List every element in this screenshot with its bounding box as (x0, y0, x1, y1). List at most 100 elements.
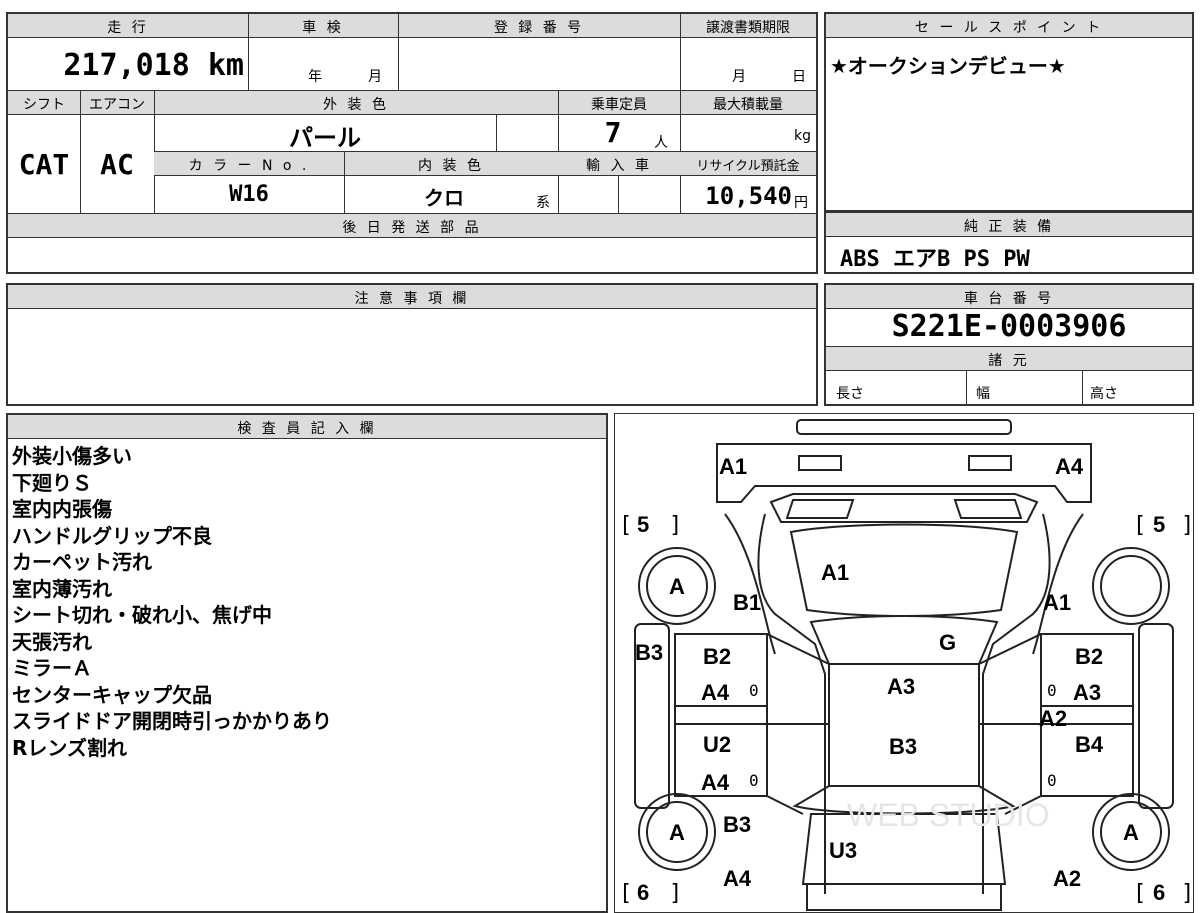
svg-text:]: ] (669, 513, 682, 538)
note-line: 室内内張傷 (12, 497, 112, 521)
label-wheel-rear-right: A (1123, 820, 1139, 845)
label-front-right-bumper: A4 (1055, 454, 1084, 479)
wheel-front-right (1092, 547, 1170, 625)
sales-point-box: セ ー ル ス ポ イ ン ト ★オークションデビュー★ (824, 12, 1194, 212)
color-no-value: W16 (229, 182, 269, 207)
note-line: スライドドア開閉時引っかかりあり (12, 709, 332, 733)
car-diagram: [] [] [] [] 5 5 6 6 WEB STUDIO A1 A4 A A… (619, 419, 1193, 911)
later-parts-label: 後 日 発 送 部 品 (342, 220, 482, 236)
label-front-left-bumper: A1 (719, 454, 747, 479)
svg-text:[: [ (1133, 513, 1146, 538)
recycle-label: リサイクル預託金 (696, 159, 800, 174)
note-line: ハンドルグリップ不良 (12, 523, 212, 548)
transfer-deadline-label: 譲渡書類期限 (706, 20, 790, 36)
exterior-color-value: パール (289, 124, 361, 152)
note-line: シート切れ・破れ小、焦げ中 (12, 603, 272, 627)
body-left (757, 513, 826, 894)
chassis-box: 車 台 番 号 S221E-0003906 諸 元 長さ 幅 高さ (824, 283, 1194, 406)
specs-label: 諸 元 (988, 353, 1030, 369)
label-left-rear-door-2: A4 (701, 770, 730, 795)
label-right-front-door-2: A3 (1073, 680, 1101, 705)
label-right-mid: A2 (1039, 706, 1067, 731)
note-line: 天張汚れ (12, 629, 92, 654)
mileage-value: 217,018 km (63, 48, 244, 83)
interior-color-value: クロ (424, 186, 464, 210)
ac-value: AC (100, 148, 134, 181)
max-load-label: 最大積載量 (713, 97, 783, 113)
headlight-left (798, 455, 842, 471)
label-hood: A1 (821, 560, 849, 585)
chassis-label: 車 台 番 号 (963, 291, 1055, 307)
rear-bumper (806, 883, 1002, 911)
label-roof-front: G (939, 630, 956, 655)
handle-mark: 0 (749, 681, 759, 700)
handle-mark: 0 (749, 771, 759, 790)
caution-label: 注 意 事 項 欄 (354, 291, 470, 307)
handle-mark: 0 (1047, 681, 1057, 700)
note-line: ミラーＡ (12, 656, 92, 680)
label-left-rear-quarter: B3 (723, 812, 751, 837)
shift-value: CAT (18, 148, 70, 181)
svg-text:]: ] (1181, 513, 1193, 538)
bracket-right-top: 5 (1153, 512, 1165, 537)
headlight-right (968, 455, 1012, 471)
label-right-fender: A1 (1043, 590, 1071, 615)
roof-front (809, 615, 999, 665)
label-left-rocker: B3 (635, 640, 663, 665)
sales-point-text: ★オークションデビュー★ (830, 54, 1066, 78)
note-line: 下廻りＳ (12, 470, 92, 495)
equipment-label: 純 正 装 備 (963, 219, 1055, 235)
label-wheel-front-left: A (669, 574, 685, 599)
label-left-fender: B1 (733, 590, 761, 615)
note-line: センターキャップ欠品 (12, 682, 212, 707)
handle-mark: 0 (1047, 771, 1057, 790)
bracket-left-top: 5 (637, 512, 649, 537)
interior-suffix: 系 (536, 195, 550, 211)
note-line: 室内薄汚れ (12, 576, 112, 601)
inspector-label: 検 査 員 記 入 欄 (237, 421, 377, 437)
note-line: カーペット汚れ (12, 550, 152, 574)
recycle-value: 10,540 (705, 182, 792, 210)
inspection-label: 車 検 (302, 20, 344, 36)
interior-color-label: 内 装 色 (418, 158, 484, 174)
label-right-rear-door: B4 (1075, 732, 1104, 757)
capacity-value: 7 (604, 116, 622, 149)
inspector-notes: 外装小傷多い 下廻りＳ 室内内張傷 ハンドルグリップ不良 カーペット汚れ 室内薄… (12, 443, 332, 761)
bracket-right-bottom: 6 (1153, 880, 1165, 905)
transfer-month: 月 (732, 69, 746, 85)
sales-point-label: セ ー ル ス ポ イ ン ト (914, 20, 1104, 36)
bracket-left-bottom: 6 (637, 880, 649, 905)
label-wheel-rear-left: A (669, 820, 685, 845)
inspection-year: 年 (308, 69, 322, 85)
damage-diagram-box: [] [] [] [] 5 5 6 6 WEB STUDIO A1 A4 A A… (614, 413, 1194, 913)
ac-label: エアコン (89, 97, 145, 113)
label-left-rear-door-1: U2 (703, 732, 731, 757)
recycle-unit: 円 (794, 195, 808, 211)
label-left-front-door-2: A4 (701, 680, 730, 705)
svg-text:]: ] (1181, 881, 1193, 906)
equipment-box: 純 正 装 備 ABS エアB PS PW (824, 211, 1194, 274)
inspection-month: 月 (368, 69, 382, 85)
registration-label: 登 録 番 号 (493, 20, 585, 36)
caution-box: 注 意 事 項 欄 (6, 283, 818, 406)
label-roof-rear: B3 (889, 734, 917, 759)
right-rocker (1138, 623, 1174, 809)
label-left-front-door-1: B2 (703, 644, 731, 669)
label-roof: A3 (887, 674, 915, 699)
body-right (982, 513, 1051, 894)
exterior-color-label: 外 装 色 (323, 97, 389, 113)
capacity-label: 乗車定員 (591, 97, 647, 113)
inspector-box: 検 査 員 記 入 欄 外装小傷多い 下廻りＳ 室内内張傷 ハンドルグリップ不良… (6, 413, 608, 913)
length-label: 長さ (836, 386, 864, 402)
label-right-front-door-1: B2 (1075, 644, 1103, 669)
equipment-text: ABS エアB PS PW (840, 247, 1030, 272)
vehicle-info-box: 走 行 車 検 登 録 番 号 譲渡書類期限 217,018 km 年 月 月 … (6, 12, 818, 274)
svg-text:[: [ (619, 513, 632, 538)
note-line: 外装小傷多い (12, 444, 132, 468)
height-label: 高さ (1090, 386, 1118, 402)
label-left-rear-bumper: A4 (723, 866, 752, 891)
shift-label: シフト (23, 97, 65, 113)
color-no-label: カ ラ ー N o . (188, 158, 310, 174)
svg-text:[: [ (619, 881, 632, 906)
front-bumper-strip (796, 419, 1012, 435)
